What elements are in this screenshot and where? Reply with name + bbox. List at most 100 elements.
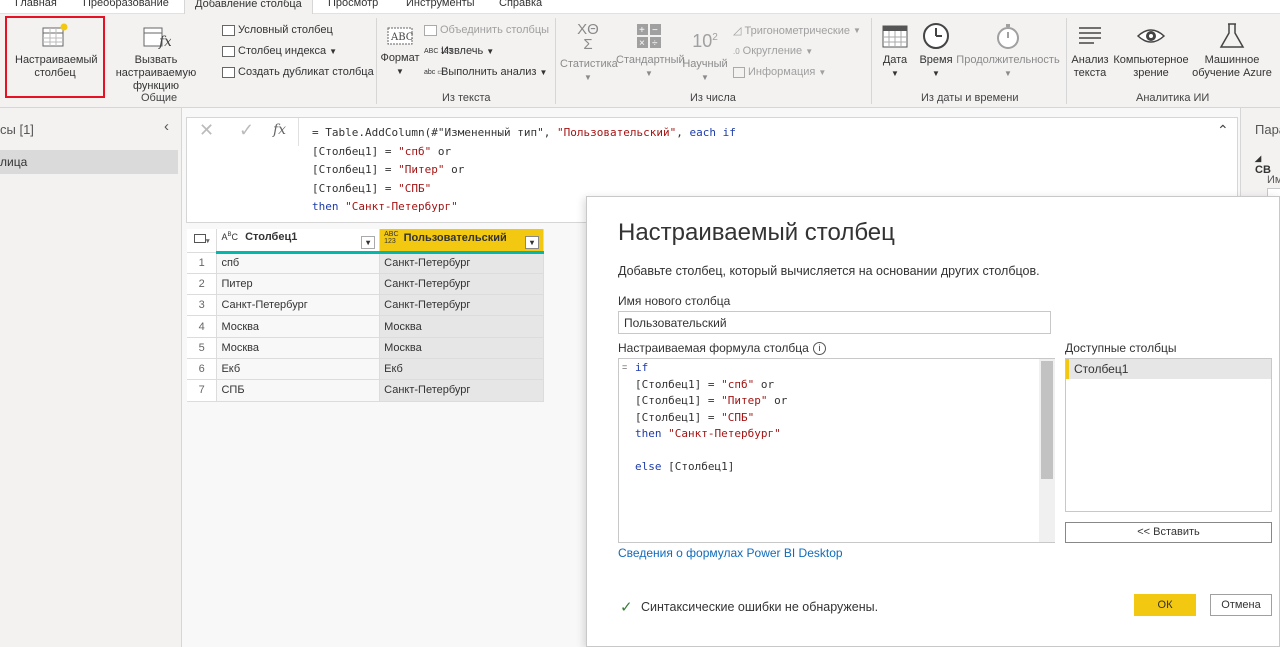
conditional-column-icon	[222, 24, 235, 36]
invoke-function-button[interactable]: fx Вызвать настраиваемую функцию	[96, 22, 216, 93]
query-item[interactable]: лица	[0, 150, 178, 174]
column-header-custom[interactable]: ABC 123 Пользовательский ▾	[379, 229, 544, 254]
confirm-check-icon[interactable]: ✓	[239, 120, 254, 141]
trigonometry-button[interactable]: ◿ Тригонометрические ▼	[733, 24, 861, 38]
any-type-icon: ABC 123	[384, 230, 399, 245]
dropdown-arrow-icon: ▼	[818, 67, 827, 77]
svg-text:−: −	[652, 25, 658, 36]
tab-view[interactable]: Просмотр	[328, 0, 378, 9]
ribbon-tabs: Главная Преобразование Добавление столбц…	[0, 0, 1280, 14]
table-row[interactable]: 5 Москва Москва	[187, 337, 544, 359]
fx-icon: fx	[273, 122, 287, 138]
column-name-input[interactable]: Пользовательский	[618, 311, 1051, 334]
data-grid: ▾ ABC Столбец1 ▾ ABC 123 Пользовательский…	[187, 229, 544, 402]
dropdown-arrow-icon: ▼	[891, 69, 899, 78]
table-row[interactable]: 6 Екб Екб	[187, 358, 544, 381]
flask-icon	[1219, 23, 1245, 48]
available-columns-list[interactable]: Столбец1	[1065, 358, 1272, 512]
custom-column-icon	[42, 23, 68, 47]
text-type-icon: ABC	[221, 231, 238, 242]
tab-help[interactable]: Справка	[499, 0, 542, 9]
tab-home[interactable]: Главная	[15, 0, 57, 9]
dropdown-arrow-icon: ▼	[645, 69, 653, 78]
scrollbar-thumb[interactable]	[1041, 361, 1053, 479]
query-item-label: лица	[0, 155, 28, 169]
formula-editor[interactable]: = if [Столбец1] = "спб" or [Столбец1] = "П…	[618, 358, 1055, 543]
formula-label: Настраиваемая формула столбца	[618, 341, 809, 355]
extract-button[interactable]: ABC 123 Извлечь ▼	[424, 45, 494, 57]
available-columns-label: Доступные столбцы	[1065, 341, 1177, 355]
group-label-number: Из числа	[690, 92, 736, 104]
text-analytics-button[interactable]: Анализ текста	[1070, 22, 1110, 80]
cancel-button[interactable]: Отмена	[1210, 594, 1272, 616]
data-table: ▾ ABC Столбец1 ▾ ABC 123 Пользовательский…	[187, 229, 544, 402]
filter-dropdown-icon[interactable]: ▾	[525, 235, 539, 249]
duration-button[interactable]: Продолжительность ▼	[956, 22, 1060, 80]
info-icon[interactable]: i	[813, 342, 826, 355]
tab-add-column[interactable]: Добавление столбца	[184, 0, 313, 14]
fold-icon[interactable]: =	[622, 362, 627, 372]
collapse-chevron-icon[interactable]: ‹	[164, 118, 169, 135]
conditional-column-button[interactable]: Условный столбец	[222, 24, 333, 36]
statistics-button[interactable]: XΘ Σ Статистика ▼	[560, 22, 618, 84]
custom-column-button[interactable]: Настраиваемый столбец	[8, 22, 102, 80]
column-header-stolbets1[interactable]: ABC Столбец1 ▾	[216, 229, 381, 254]
index-column-icon	[222, 45, 235, 57]
dialog-title: Настраиваемый столбец	[618, 219, 895, 246]
dropdown-arrow-icon: ▼	[932, 69, 940, 78]
settings-header: Пара	[1255, 122, 1280, 137]
dropdown-arrow-icon: ▼	[701, 73, 709, 82]
time-button[interactable]: Время ▼	[917, 22, 955, 80]
function-icon: fx	[143, 27, 171, 50]
ribbon-separator	[871, 18, 872, 104]
ribbon-separator	[1066, 18, 1067, 104]
format-button[interactable]: ABC Формат ▼	[380, 24, 420, 78]
index-column-button[interactable]: Столбец индекса ▼	[222, 45, 337, 57]
tab-transform[interactable]: Преобразование	[83, 0, 169, 9]
information-button[interactable]: Информация ▼	[733, 66, 826, 78]
filter-dropdown-icon[interactable]: ▾	[361, 235, 376, 249]
parse-icon: abc ▭	[424, 68, 444, 76]
cancel-x-icon[interactable]: ✕	[199, 120, 214, 141]
table-row[interactable]: 1 спб Санкт-Петербург	[187, 252, 544, 274]
calendar-icon	[882, 25, 908, 48]
formula-editor-text: if [Столбец1] = "спб" or [Столбец1] = "Пит…	[635, 361, 788, 473]
date-button[interactable]: Дата ▼	[878, 22, 912, 80]
table-row[interactable]: 2 Питер Санкт-Петербург	[187, 273, 544, 296]
ribbon: Настраиваемый столбец fx Вызвать настраи…	[0, 14, 1280, 108]
available-column-item[interactable]: Столбец1	[1066, 359, 1271, 379]
table-menu-icon[interactable]: ▾	[187, 229, 218, 253]
merge-columns-button[interactable]: Объединить столбцы	[424, 24, 549, 36]
vision-button[interactable]: Компьютерное зрение	[1112, 22, 1190, 80]
ok-button[interactable]: ОК	[1134, 594, 1196, 616]
azure-ml-button[interactable]: Машинное обучение Azure	[1192, 22, 1272, 80]
power-icon: 102	[692, 31, 718, 51]
svg-text:ABC: ABC	[390, 32, 414, 43]
custom-column-dialog: Настраиваемый столбец Добавьте столбец, …	[586, 196, 1280, 647]
check-icon: ✓	[620, 599, 633, 616]
rounding-icon: .0	[733, 46, 740, 56]
name-label: Им	[1267, 174, 1280, 186]
syntax-status: Синтаксические ошибки не обнаружены.	[641, 600, 879, 614]
table-row[interactable]: 7 СПБ Санкт-Петербург	[187, 379, 544, 402]
scrollbar-track[interactable]	[1039, 359, 1055, 542]
parse-button[interactable]: abc ▭ Выполнить анализ ▼	[424, 66, 547, 78]
insert-button[interactable]: << Вставить	[1065, 522, 1272, 543]
table-row[interactable]: 4 Москва Москва	[187, 315, 544, 338]
table-row[interactable]: 3 Санкт-Петербург Санкт-Петербург	[187, 294, 544, 317]
text-lines-icon	[1079, 27, 1101, 44]
formula-controls: ✕ ✓ fx	[187, 118, 299, 146]
duplicate-column-button[interactable]: Создать дубликат столбца	[222, 66, 374, 78]
collapse-formula-chevron-icon[interactable]: ⌃	[1217, 122, 1229, 139]
tab-tools[interactable]: Инструменты	[406, 0, 475, 9]
calculator-icon: + − × ÷	[637, 24, 661, 49]
formula-help-link[interactable]: Сведения о формулах Power BI Desktop	[618, 546, 843, 560]
group-label-ai: Аналитика ИИ	[1136, 92, 1210, 104]
group-label-text: Из текста	[442, 92, 491, 104]
standard-button[interactable]: + − × ÷ Стандартный ▼	[616, 22, 685, 80]
scientific-button[interactable]: 102 Научный ▼	[682, 22, 728, 84]
dropdown-arrow-icon: ▼	[486, 46, 495, 56]
duplicate-column-icon	[222, 66, 235, 78]
eye-icon	[1136, 29, 1166, 43]
rounding-button[interactable]: .0 Округление ▼	[733, 45, 813, 57]
